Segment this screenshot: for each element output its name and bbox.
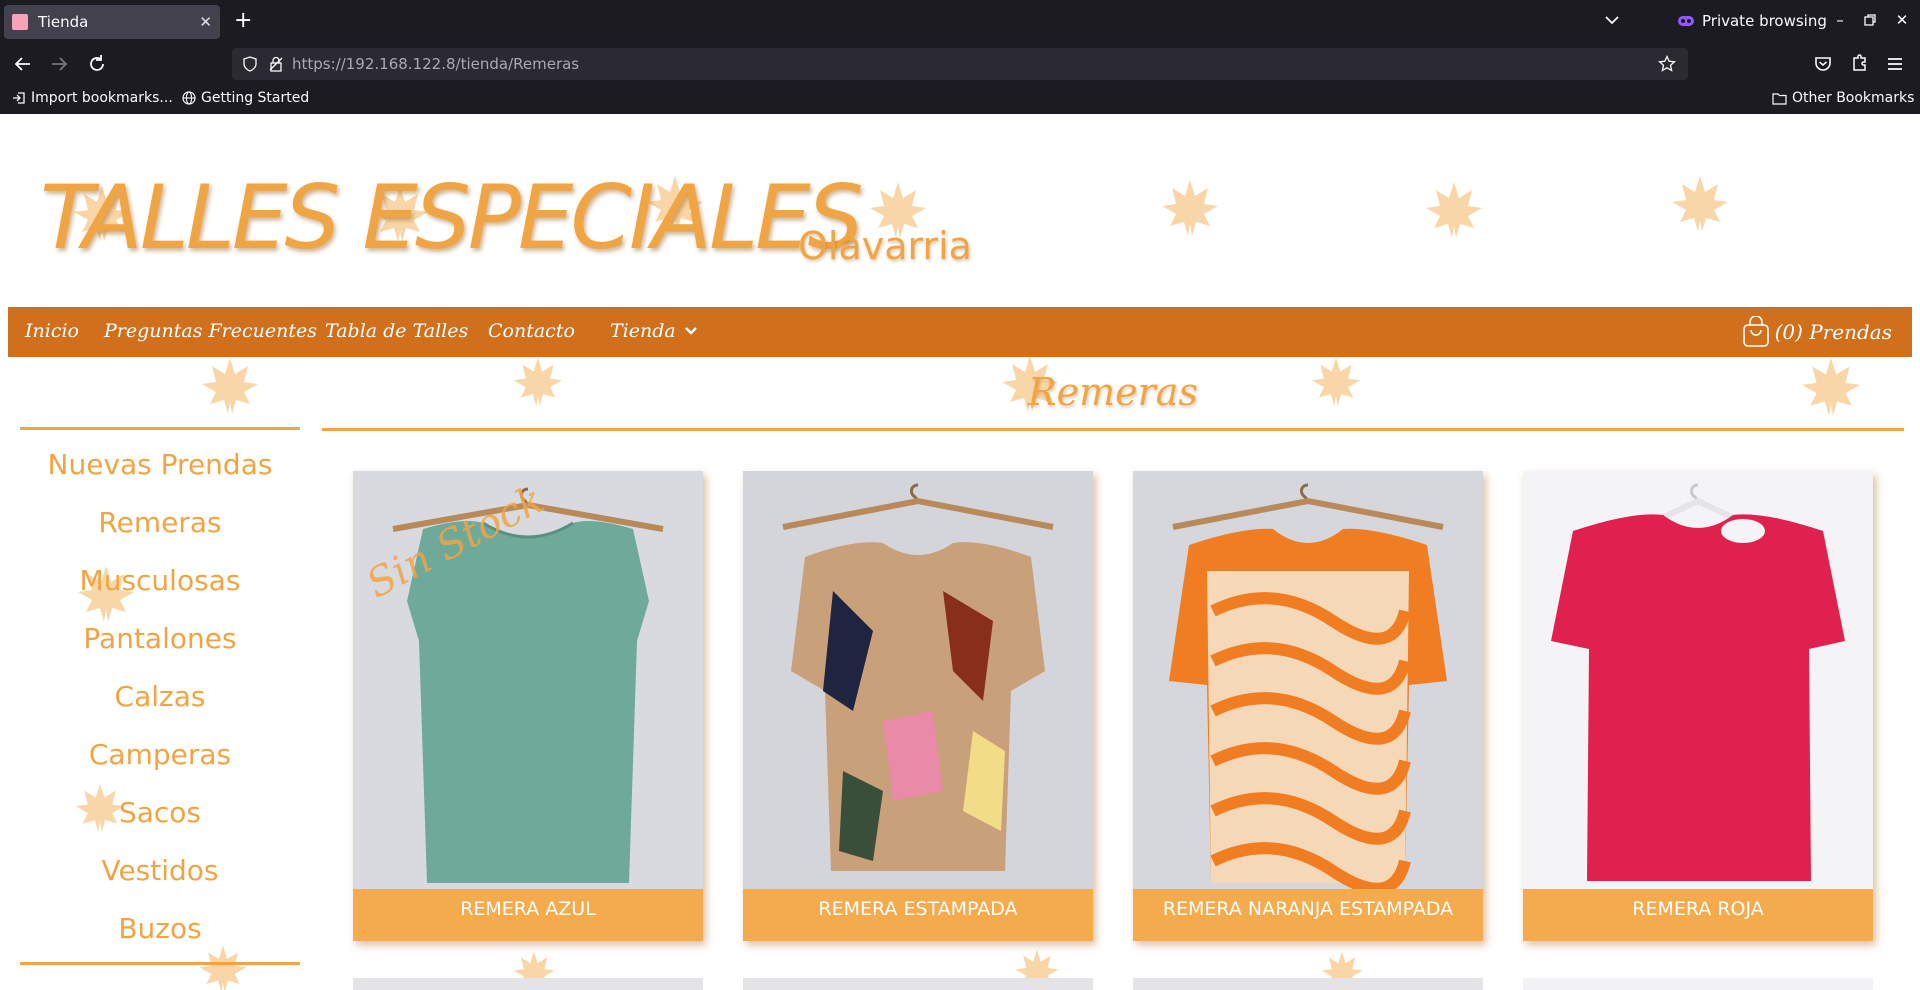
web-page: TALLES ESPECIALES Olavarria Inicio Pregu…: [0, 114, 1920, 990]
product-card[interactable]: REMERA ROJA: [1523, 471, 1873, 941]
category-remeras[interactable]: Remeras: [20, 494, 300, 552]
product-card-partial[interactable]: [353, 978, 703, 990]
extensions-icon[interactable]: [1848, 53, 1870, 75]
minimize-icon[interactable]: –: [1830, 10, 1850, 30]
leaf-decoration-icon: [1424, 180, 1484, 240]
url-host: https://192.168.122.8: [292, 55, 456, 73]
category-camperas[interactable]: Camperas: [20, 726, 300, 784]
site-subtitle: Olavarria: [798, 224, 972, 268]
product-card-partial[interactable]: [1523, 978, 1873, 990]
browser-chrome: Tienda ✕ + Private browsing – ✕ https://…: [0, 0, 1920, 114]
other-bookmarks-label: Other Bookmarks: [1792, 90, 1915, 106]
shield-icon[interactable]: [242, 56, 258, 72]
bookmarks-toolbar: Import bookmarks... Getting Started Othe…: [0, 84, 1920, 114]
import-bookmarks-label: Import bookmarks...: [31, 90, 173, 106]
menu-icon[interactable]: [1884, 53, 1906, 75]
section-divider: [322, 428, 1904, 431]
navigation-toolbar: https://192.168.122.8/tienda/Remeras: [0, 44, 1920, 84]
nav-dropdown-tienda[interactable]: Tienda: [610, 320, 698, 342]
nav-tienda-label: Tienda: [610, 320, 676, 342]
close-tab-icon[interactable]: ✕: [199, 13, 212, 31]
main-navigation: Inicio Preguntas Frecuentes Tabla de Tal…: [8, 307, 1912, 357]
cart-link[interactable]: (0) Prendas: [1741, 316, 1892, 348]
tab-bar: Tienda ✕ + Private browsing – ✕: [0, 0, 1920, 44]
product-name[interactable]: REMERA NARANJA ESTAMPADA: [1133, 889, 1483, 941]
category-list: Nuevas Prendas Remeras Musculosas Pantal…: [20, 436, 300, 958]
nav-link-tabla-talles[interactable]: Tabla de Talles: [325, 320, 468, 342]
product-image[interactable]: [1133, 471, 1483, 889]
nav-link-contacto[interactable]: Contacto: [488, 320, 575, 342]
category-calzas[interactable]: Calzas: [20, 668, 300, 726]
product-card[interactable]: Sin Stock REMERA AZUL: [353, 471, 703, 941]
private-browsing-indicator: Private browsing: [1678, 12, 1827, 30]
bookmark-star-icon[interactable]: [1658, 55, 1676, 73]
section-title: Remeras: [1028, 370, 1198, 414]
category-vestidos[interactable]: Vestidos: [20, 842, 300, 900]
nav-link-inicio[interactable]: Inicio: [25, 320, 79, 342]
other-bookmarks-link[interactable]: Other Bookmarks: [1772, 90, 1914, 106]
pocket-icon[interactable]: [1812, 53, 1834, 75]
category-buzos[interactable]: Buzos: [20, 900, 300, 958]
product-name[interactable]: REMERA ESTAMPADA: [743, 889, 1093, 941]
leaf-decoration-icon: [200, 356, 260, 416]
lock-icon[interactable]: [268, 56, 284, 72]
product-card[interactable]: REMERA ESTAMPADA: [743, 471, 1093, 941]
getting-started-link[interactable]: Getting Started: [182, 90, 309, 106]
globe-icon: [182, 91, 196, 105]
product-card-partial[interactable]: [743, 978, 1093, 990]
product-image[interactable]: [743, 471, 1093, 889]
category-sacos[interactable]: Sacos: [20, 784, 300, 842]
leaf-decoration-icon: [1670, 174, 1730, 234]
close-window-icon[interactable]: ✕: [1892, 10, 1912, 30]
back-arrow-icon[interactable]: [12, 53, 34, 75]
new-tab-icon[interactable]: +: [234, 9, 252, 33]
product-name[interactable]: REMERA ROJA: [1523, 889, 1873, 941]
reload-icon[interactable]: [86, 53, 108, 75]
leaf-decoration-icon: [1160, 178, 1220, 238]
nav-link-faq[interactable]: Preguntas Frecuentes: [104, 320, 317, 342]
product-card[interactable]: REMERA NARANJA ESTAMPADA: [1133, 471, 1483, 941]
site-title[interactable]: TALLES ESPECIALES: [40, 166, 864, 269]
restore-icon[interactable]: [1860, 10, 1880, 30]
folder-icon: [1772, 92, 1787, 105]
sidebar-divider: [20, 427, 300, 430]
product-image[interactable]: [353, 471, 703, 889]
url-bar[interactable]: https://192.168.122.8/tienda/Remeras: [232, 48, 1688, 80]
import-bookmarks-link[interactable]: Import bookmarks...: [12, 90, 173, 106]
private-browsing-label: Private browsing: [1702, 12, 1827, 30]
url-path: /tienda/Remeras: [455, 55, 580, 73]
category-pantalones[interactable]: Pantalones: [20, 610, 300, 668]
shopping-bag-icon: [1742, 316, 1769, 347]
url-text[interactable]: https://192.168.122.8/tienda/Remeras: [292, 55, 579, 73]
product-card-partial[interactable]: [1133, 978, 1483, 990]
private-mask-icon: [1678, 16, 1694, 26]
category-musculosas[interactable]: Musculosas: [20, 552, 300, 610]
getting-started-label: Getting Started: [201, 90, 310, 106]
chevron-down-icon: [684, 327, 697, 335]
product-name[interactable]: REMERA AZUL: [353, 889, 703, 941]
cart-count-label: (0) Prendas: [1774, 320, 1892, 344]
favicon-icon: [12, 14, 28, 30]
sidebar-divider: [20, 962, 300, 965]
chevron-down-icon[interactable]: [1602, 10, 1622, 30]
forward-arrow-icon[interactable]: [48, 53, 70, 75]
tab-title: Tienda: [38, 13, 89, 31]
import-icon: [13, 92, 25, 104]
category-nuevas-prendas[interactable]: Nuevas Prendas: [20, 436, 300, 494]
tab-tienda[interactable]: Tienda ✕: [4, 5, 220, 39]
product-image[interactable]: [1523, 471, 1873, 889]
